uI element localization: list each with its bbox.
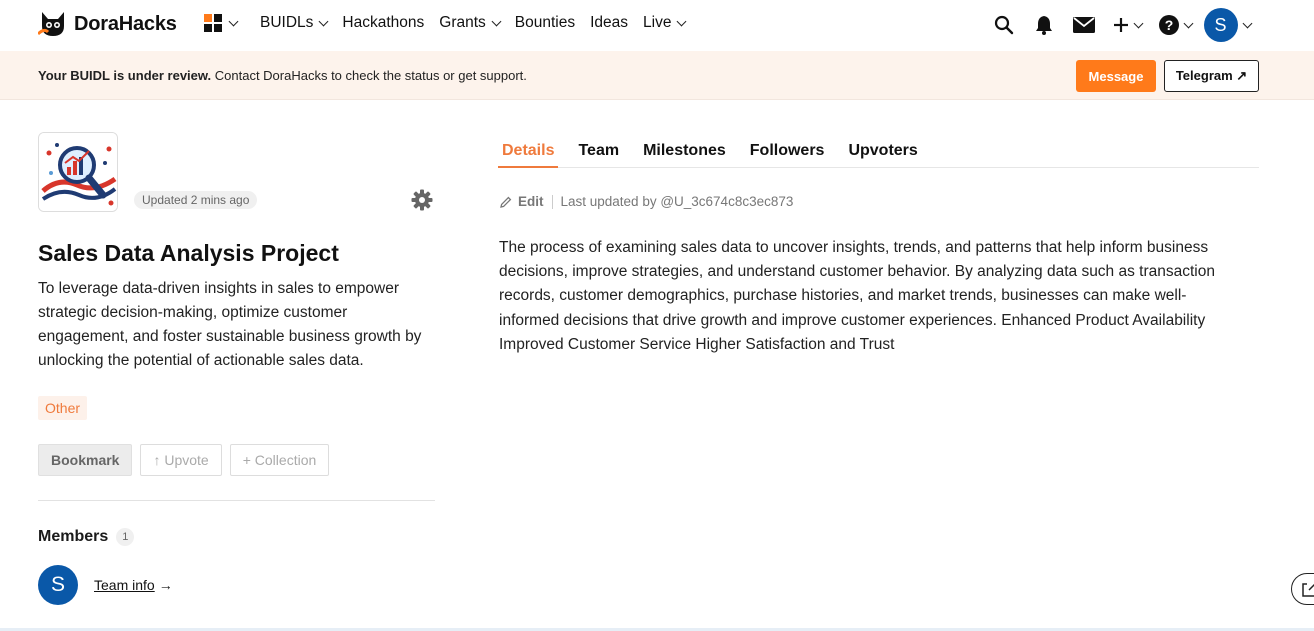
edit-button[interactable]: Edit <box>518 194 544 209</box>
chevron-down-icon <box>318 16 329 27</box>
member-item: S Team info → <box>38 565 173 605</box>
svg-text:?: ? <box>1164 17 1173 33</box>
project-logo <box>38 132 118 212</box>
nav-link-ideas[interactable]: Ideas <box>590 14 628 32</box>
arrow-right-icon: → <box>158 577 173 593</box>
project-actions: Bookmark ↑ Upvote + Collection <box>38 444 330 476</box>
team-info-link[interactable]: Team info <box>94 577 155 593</box>
chevron-down-icon <box>1183 18 1193 29</box>
nav-link-label: Ideas <box>590 14 629 31</box>
help-icon: ? <box>1158 15 1179 35</box>
upvote-button[interactable]: ↑ Upvote <box>140 444 222 476</box>
nav-link-label: Grants <box>439 14 486 31</box>
details-body: The process of examining sales data to u… <box>499 239 1215 353</box>
members-count-badge: 1 <box>116 528 135 546</box>
main-nav-links: BUIDLs Hackathons Grants Bounties Ideas … <box>260 14 700 32</box>
chevron-down-icon <box>491 16 502 27</box>
notifications-button[interactable] <box>1024 9 1064 41</box>
members-label: Members <box>38 528 109 545</box>
help-menu-button[interactable]: ? <box>1150 9 1200 41</box>
top-navbar: DoraHacks BUIDLs Hackathons Grants Bount… <box>0 0 1314 50</box>
bell-icon <box>1036 16 1052 35</box>
user-menu-button[interactable]: S <box>1200 8 1254 42</box>
nav-link-buidls[interactable]: BUIDLs <box>260 14 329 32</box>
dorahacks-logo-icon <box>38 12 64 36</box>
nav-link-bounties[interactable]: Bounties <box>515 14 575 32</box>
nav-link-grants[interactable]: Grants <box>439 14 502 32</box>
telegram-button[interactable]: Telegram ↗ <box>1164 60 1259 92</box>
brand-name: DoraHacks <box>74 12 177 35</box>
chevron-down-icon <box>1133 18 1143 29</box>
detail-tabs: Details Team Milestones Followers Upvote… <box>498 140 1259 168</box>
share-button[interactable] <box>1291 573 1314 605</box>
banner-bold-text: Your BUIDL is under review. <box>38 68 212 83</box>
dorahacks-logo[interactable]: DoraHacks <box>38 10 177 38</box>
tab-team[interactable]: Team <box>574 140 623 168</box>
nav-link-label: Hackathons <box>342 14 425 31</box>
members-header: Members 1 <box>38 528 135 546</box>
search-button[interactable] <box>984 9 1024 41</box>
settings-button[interactable] <box>411 189 433 211</box>
tab-followers[interactable]: Followers <box>746 140 829 168</box>
category-tag[interactable]: Other <box>38 396 88 420</box>
banner-body-text: Contact DoraHacks to check the status or… <box>211 68 527 83</box>
magnifier-chart-icon <box>39 133 117 211</box>
nav-link-hackathons[interactable]: Hackathons <box>342 14 424 32</box>
separator <box>551 194 553 209</box>
nav-link-label: BUIDLs <box>260 14 314 31</box>
last-updated-text: Last updated by @U_3c674c8c3ec873 <box>560 194 794 209</box>
message-button[interactable]: Message <box>1076 60 1156 92</box>
nav-right-actions: ? S <box>984 8 1254 42</box>
plus-icon <box>1113 18 1128 32</box>
search-icon <box>994 15 1014 35</box>
external-link-icon <box>1302 583 1314 597</box>
section-divider <box>38 500 435 501</box>
tab-upvoters[interactable]: Upvoters <box>844 140 921 168</box>
edit-info-line: Edit Last updated by @U_3c674c8c3ec873 <box>500 194 793 209</box>
nav-link-label: Bounties <box>514 14 576 31</box>
apps-grid-icon <box>204 14 222 32</box>
nav-link-label: Live <box>643 14 672 31</box>
collection-button[interactable]: + Collection <box>229 444 330 476</box>
chevron-down-icon <box>1242 18 1252 29</box>
tab-milestones[interactable]: Milestones <box>639 140 730 168</box>
project-description: To leverage data-driven insights in sale… <box>38 280 422 369</box>
mail-icon <box>1073 17 1095 33</box>
chevron-down-icon <box>228 16 239 27</box>
pencil-icon <box>500 196 512 208</box>
tab-details[interactable]: Details <box>498 140 559 168</box>
updated-badge: Updated 2 mins ago <box>134 191 258 209</box>
avatar: S <box>1203 8 1238 42</box>
bookmark-button[interactable]: Bookmark <box>38 444 133 476</box>
gear-icon <box>411 189 433 211</box>
create-menu-button[interactable] <box>1104 9 1150 41</box>
banner-text: Your BUIDL is under review. Contact Dora… <box>38 68 527 83</box>
nav-link-live[interactable]: Live <box>643 14 687 32</box>
project-title: Sales Data Analysis Project <box>38 240 339 266</box>
apps-menu-button[interactable] <box>204 14 239 32</box>
avatar[interactable]: S <box>38 565 78 605</box>
chevron-down-icon <box>677 16 687 27</box>
messages-button[interactable] <box>1064 9 1104 41</box>
